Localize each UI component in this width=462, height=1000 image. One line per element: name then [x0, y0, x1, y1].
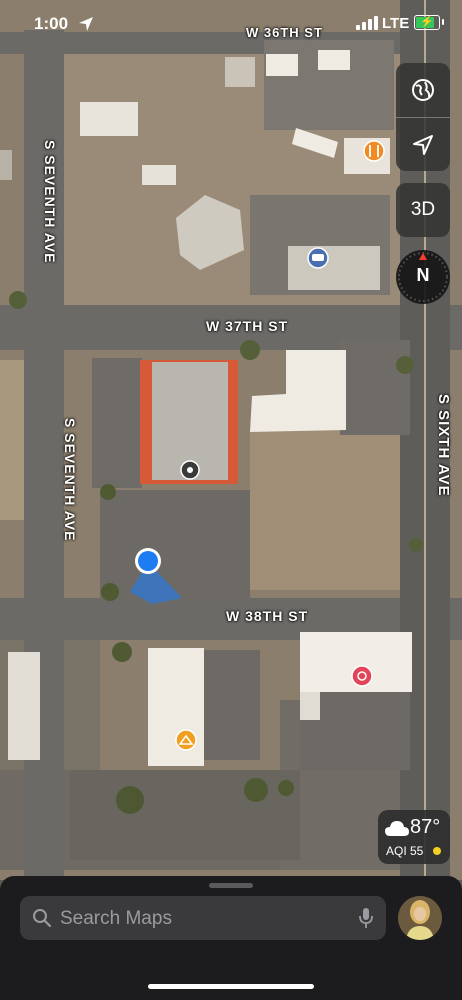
cellular-signal-icon [356, 16, 378, 30]
avatar-image [398, 896, 442, 940]
street-label-s-seventh-upper: S SEVENTH AVE [42, 140, 58, 264]
home-indicator [148, 984, 314, 989]
network-type: LTE [382, 15, 410, 32]
microphone-icon[interactable] [358, 907, 374, 929]
street-label-w-37th: W 37TH ST [206, 318, 289, 334]
street-label-s-sixth: S SIXTH AVE [435, 394, 452, 497]
profile-avatar[interactable] [398, 896, 442, 940]
sheet-grabber[interactable] [209, 883, 253, 888]
location-arrow-icon [413, 135, 433, 155]
status-bar: 1:00 LTE ⚡ [0, 0, 462, 52]
compass-label: N [416, 265, 430, 285]
three-d-button[interactable]: 3D [396, 183, 450, 237]
map-mode-button[interactable] [396, 63, 450, 117]
street-label-w-38th: W 38TH ST [226, 608, 309, 624]
satellite-map[interactable]: W 36TH ST W 37TH ST W 38TH ST S SEVENTH … [0, 0, 462, 880]
street-label-s-seventh-lower: S SEVENTH AVE [62, 418, 78, 542]
temperature: 87° [410, 816, 441, 838]
aqi-indicator [433, 847, 441, 855]
weather-widget[interactable]: 87° AQI 55 [378, 810, 450, 864]
search-input[interactable] [58, 896, 362, 942]
track-location-button[interactable] [396, 118, 450, 172]
aqi-text: AQI 55 [386, 844, 424, 858]
search-bar[interactable] [20, 896, 386, 942]
globe-icon [412, 79, 434, 101]
search-icon [33, 909, 52, 928]
cloud-icon [385, 821, 409, 836]
compass-button[interactable]: N [396, 250, 450, 304]
status-time: 1:00 [34, 14, 69, 33]
battery-icon: ⚡ [414, 15, 444, 30]
bottom-sheet[interactable] [0, 876, 462, 1000]
location-services-icon [79, 17, 93, 31]
map-controls [396, 63, 450, 171]
